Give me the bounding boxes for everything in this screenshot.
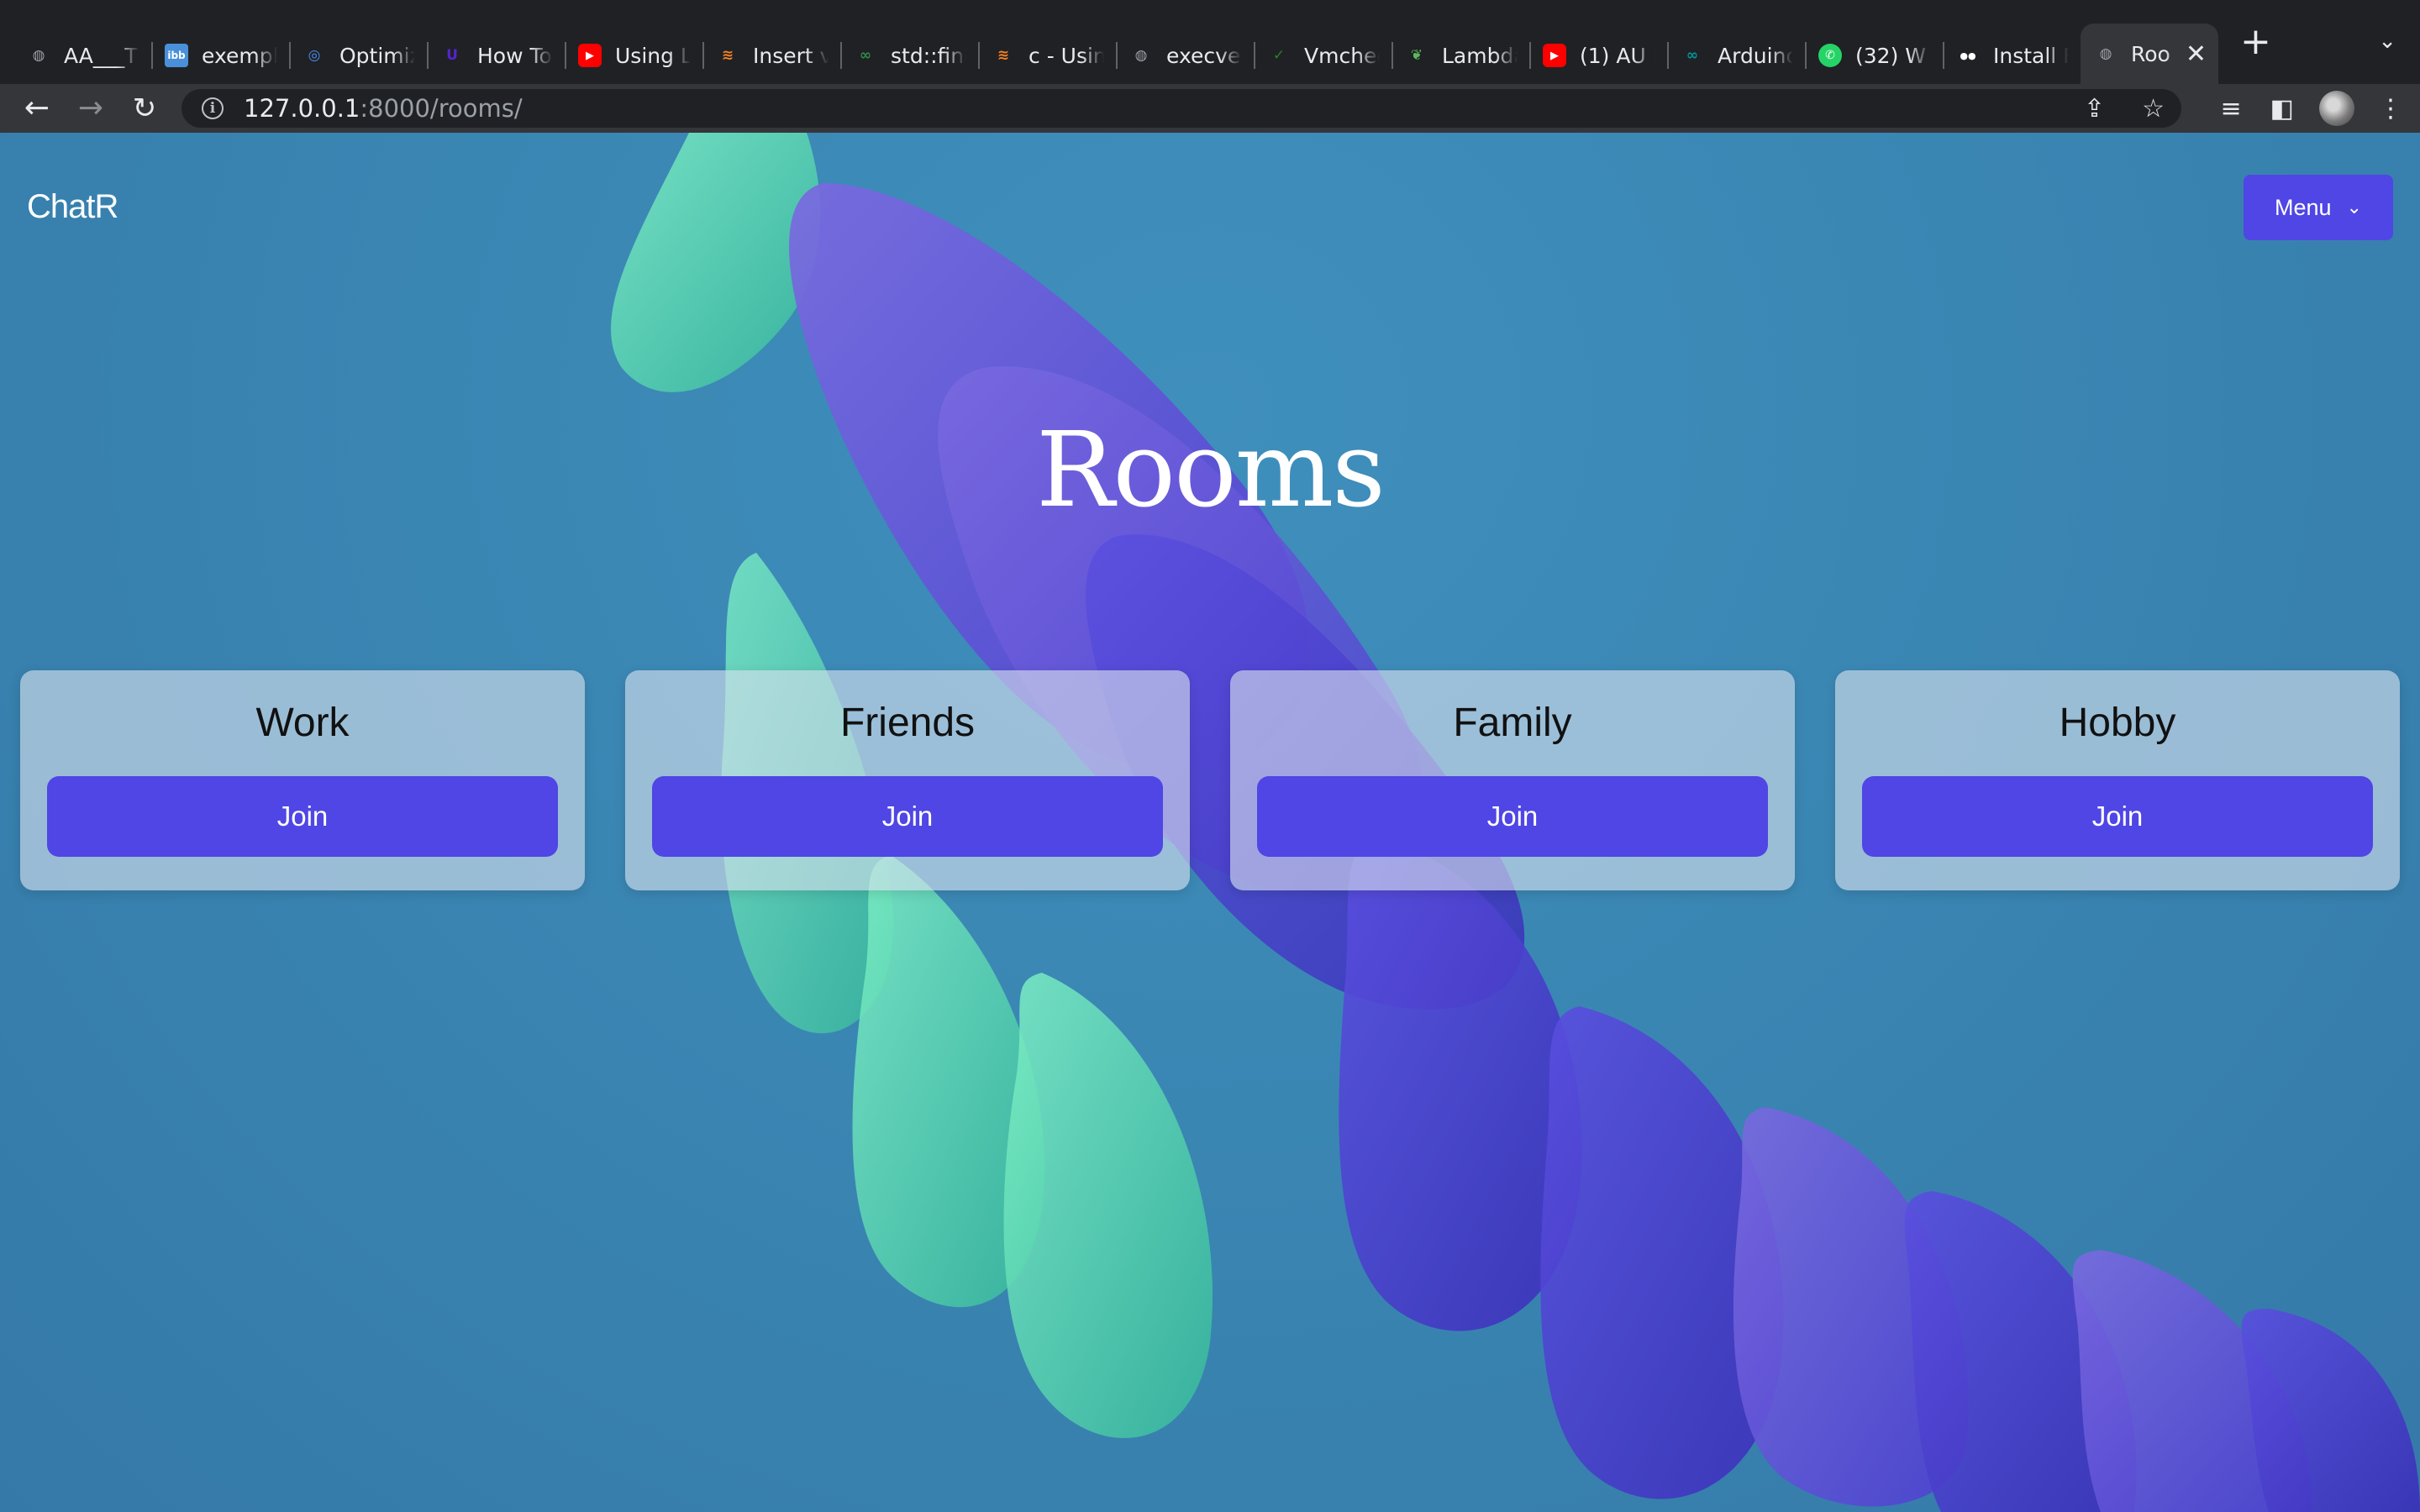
join-button-hobby[interactable]: Join <box>1862 776 2373 857</box>
arduino-icon: ∞ <box>1686 47 1699 64</box>
tab-search-chevron-icon[interactable]: ⌄ <box>2378 29 2396 54</box>
browser-tab[interactable]: ▶ (1) AU I <box>1529 27 1667 84</box>
tab-title: Insert v <box>753 43 829 68</box>
room-name: Friends <box>839 701 976 745</box>
join-button-work[interactable]: Join <box>47 776 558 857</box>
udemy-icon: U <box>446 47 458 64</box>
tab-title: exempl <box>202 43 277 68</box>
room-card-hobby: Hobby Join <box>1835 670 2400 890</box>
ibb-icon: ibb <box>165 44 188 67</box>
youtube-icon: ▶ <box>578 44 602 67</box>
page-title: Rooms <box>1036 410 1386 531</box>
tab-title: execve <box>1166 43 1241 68</box>
join-button-family[interactable]: Join <box>1257 776 1768 857</box>
kebab-menu-icon[interactable]: ⋮ <box>2378 94 2403 123</box>
brand-logo[interactable]: ChatR <box>27 188 118 226</box>
browser-tab[interactable]: ∞ Arduino <box>1667 27 1805 84</box>
forward-arrow-icon[interactable]: → <box>64 93 118 123</box>
media-queue-icon[interactable]: ≡ <box>2221 94 2242 123</box>
browser-tab[interactable]: ≋ c - Usin <box>978 27 1116 84</box>
browser-tab[interactable]: ❦ Lambda <box>1392 27 1529 84</box>
tab-title: std::finc <box>891 43 966 68</box>
medium-icon: ●● <box>1960 50 1976 61</box>
tab-title: c - Usin <box>1028 43 1104 68</box>
browser-tab[interactable]: ◍ AA___T <box>13 27 151 84</box>
tab-title: Roo <box>2131 41 2170 66</box>
new-tab-button[interactable]: + <box>2240 24 2271 60</box>
tab-active[interactable]: ◍ Roo ✕ <box>2081 24 2218 84</box>
room-card-work: Work Join <box>20 670 585 890</box>
tab-title: Lambda <box>1442 43 1518 68</box>
leaf-icon: ❦ <box>1410 47 1423 64</box>
room-card-family: Family Join <box>1230 670 1795 890</box>
room-card-friends: Friends Join <box>625 670 1190 890</box>
tab-title: How To <box>477 43 552 68</box>
chevron-down-icon: ⌄ <box>2346 197 2362 218</box>
optimizer-icon: ◎ <box>308 47 321 64</box>
url-text[interactable]: 127.0.0.1:8000/rooms/ <box>244 94 523 123</box>
toolbar-actions: ≡ ◧ ⋮ <box>2192 84 2403 133</box>
geeksforgeeks-icon: ∞ <box>859 47 872 64</box>
checkmark-icon: ✓ <box>1272 47 1286 64</box>
youtube-icon: ▶ <box>1543 44 1566 67</box>
browser-tab[interactable]: ✆ (32) W <box>1805 27 1943 84</box>
browser-tab[interactable]: ✓ Vmchec <box>1254 27 1392 84</box>
browser-tab[interactable]: ≋ Insert v <box>702 27 840 84</box>
tab-title: Optimiz <box>339 43 415 68</box>
join-button-friends[interactable]: Join <box>652 776 1163 857</box>
side-panel-icon[interactable]: ◧ <box>2270 94 2294 123</box>
globe-icon: ◍ <box>2099 45 2112 62</box>
tab-title: (1) AU I <box>1580 43 1655 68</box>
browser-tab-strip: ◍ AA___T ibb exempl ◎ Optimiz U How To ▶ Using L ≋… <box>0 0 2420 84</box>
tab-list: ◍ AA___T ibb exempl ◎ Optimiz U How To ▶ Using L ≋… <box>13 0 2218 84</box>
browser-tab[interactable]: ▶ Using L <box>565 27 702 84</box>
stackoverflow-icon: ≋ <box>721 47 734 64</box>
browser-tab[interactable]: ◎ Optimiz <box>289 27 427 84</box>
tab-title: Using L <box>615 43 691 68</box>
address-bar[interactable]: i 127.0.0.1:8000/rooms/ ⇪ ☆ <box>182 89 2181 128</box>
menu-button[interactable]: Menu ⌄ <box>2244 175 2393 240</box>
browser-tab[interactable]: ◍ execve <box>1116 27 1254 84</box>
address-bar-actions: ⇪ ☆ <box>2047 89 2165 128</box>
profile-avatar[interactable] <box>2319 91 2354 126</box>
browser-tab[interactable]: ∞ std::finc <box>840 27 978 84</box>
room-name: Work <box>255 701 350 745</box>
tab-title: (32) W <box>1855 43 1926 68</box>
browser-toolbar: ← → ↻ i 127.0.0.1:8000/rooms/ ⇪ ☆ ≡ ◧ ⋮ <box>0 84 2420 133</box>
close-tab-icon[interactable]: ✕ <box>2186 39 2207 69</box>
globe-icon: ◍ <box>32 47 45 64</box>
globe-icon: ◍ <box>1134 47 1148 64</box>
page-viewport: ChatR Menu ⌄ Rooms Work Join Friends Joi… <box>0 133 2420 1512</box>
tab-title: Vmchec <box>1304 43 1380 68</box>
browser-tab[interactable]: U How To <box>427 27 565 84</box>
reload-icon[interactable]: ↻ <box>118 94 171 123</box>
tab-title: Arduino <box>1718 43 1793 68</box>
room-name: Family <box>1453 701 1572 745</box>
tab-title: AA___T <box>64 43 138 68</box>
menu-button-label: Menu <box>2275 194 2332 220</box>
url-path: :8000/rooms/ <box>360 94 523 123</box>
share-icon[interactable]: ⇪ <box>2084 94 2105 123</box>
browser-tab[interactable]: ●● Install F <box>1943 27 2081 84</box>
tab-title: Install F <box>1993 43 2069 68</box>
url-host: 127.0.0.1 <box>244 94 360 123</box>
back-arrow-icon[interactable]: ← <box>10 93 64 123</box>
bookmark-star-icon[interactable]: ☆ <box>2142 94 2165 123</box>
room-name: Hobby <box>2059 701 2176 745</box>
browser-tab[interactable]: ibb exempl <box>151 27 289 84</box>
stackoverflow-icon: ≋ <box>997 47 1010 64</box>
whatsapp-icon: ✆ <box>1818 44 1842 67</box>
site-info-icon[interactable]: i <box>202 97 224 119</box>
